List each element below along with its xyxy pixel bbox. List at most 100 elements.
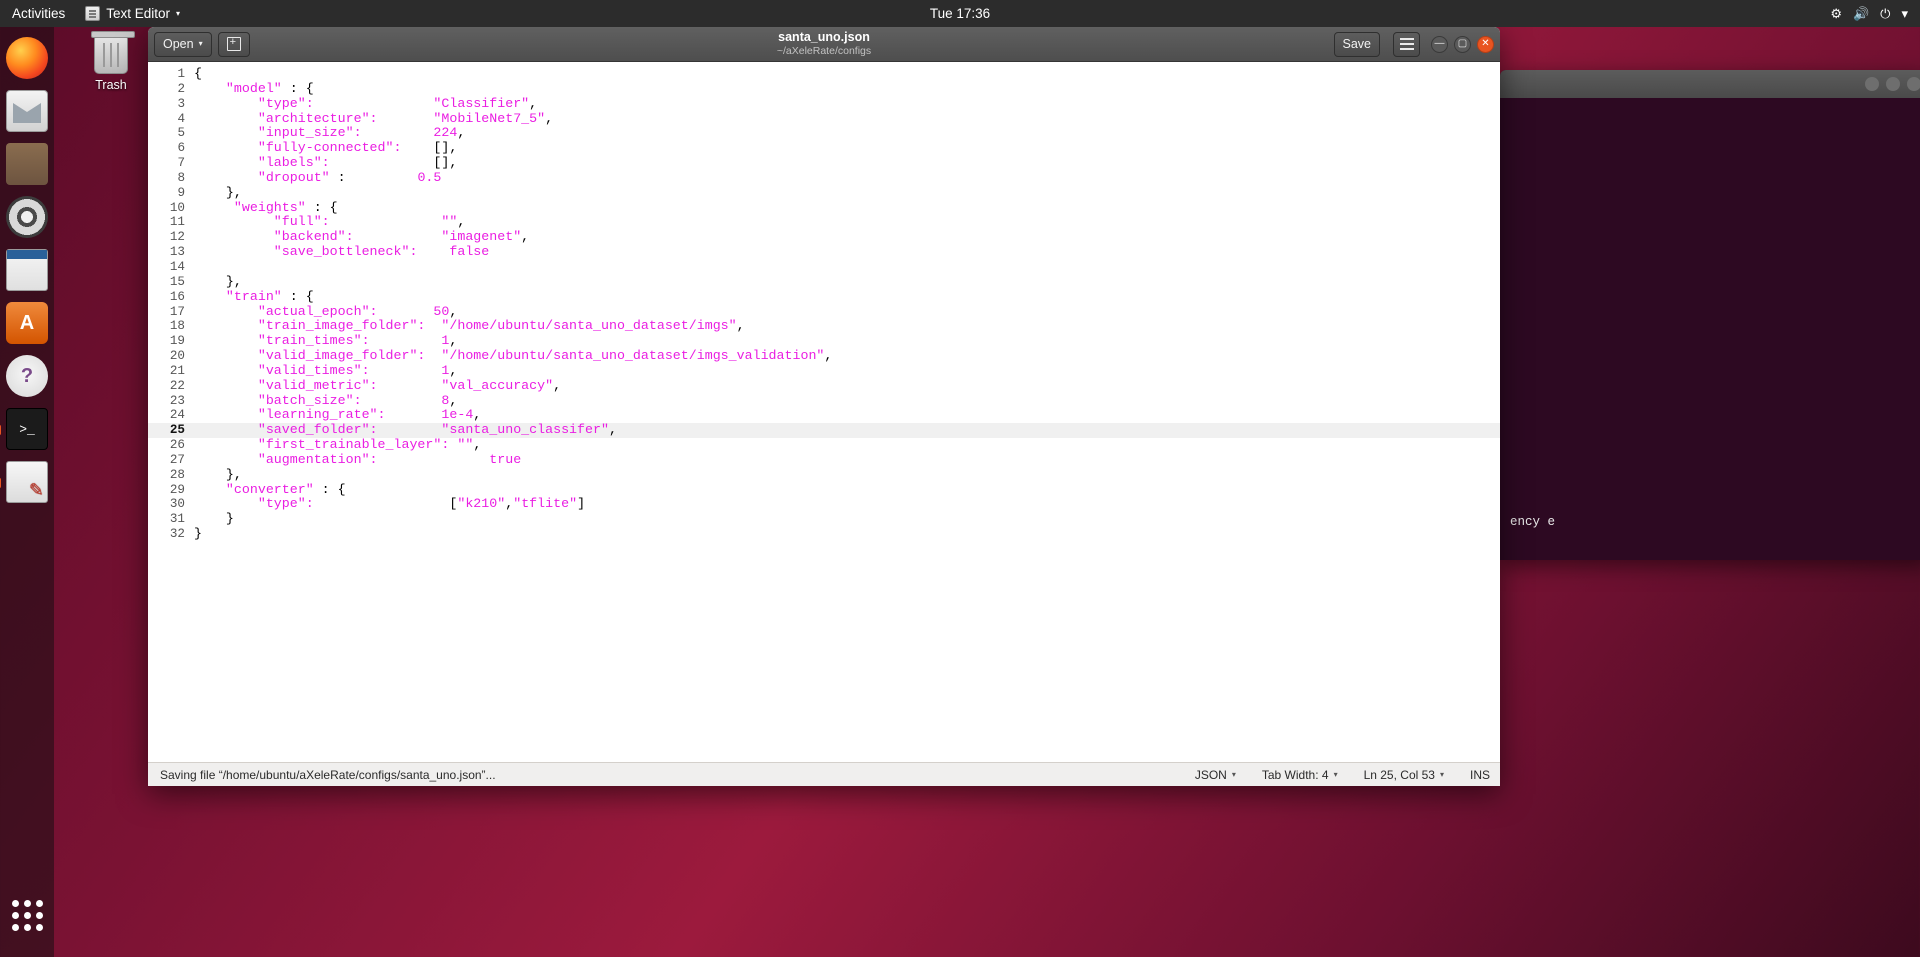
open-button[interactable]: Open ▾ (154, 32, 212, 57)
code-line[interactable]: 18 "train_image_folder": "/home/ubuntu/s… (148, 319, 1500, 334)
accessibility-icon[interactable]: ⚙ (1830, 7, 1842, 20)
code-line[interactable]: 4 "architecture": "MobileNet7_5", (148, 112, 1500, 127)
code-line[interactable]: 20 "valid_image_folder": "/home/ubuntu/s… (148, 349, 1500, 364)
dock-item-help[interactable]: ? (6, 355, 48, 397)
code-line-content: "backend": "imagenet", (194, 230, 529, 245)
code-line[interactable]: 25 "saved_folder": "santa_uno_classifer"… (148, 423, 1500, 438)
token-num: 1e-4 (441, 407, 473, 422)
dock-item-files[interactable] (6, 143, 48, 185)
token-str: "imagenet" (441, 229, 521, 244)
dock-item-ubuntu-software[interactable]: A (6, 302, 48, 344)
language-label: JSON (1195, 768, 1227, 782)
code-line[interactable]: 9 }, (148, 186, 1500, 201)
background-terminal-titlebar[interactable] (1500, 70, 1920, 98)
code-line[interactable]: 23 "batch_size": 8, (148, 394, 1500, 409)
save-button[interactable]: Save (1334, 32, 1381, 57)
line-number: 9 (148, 186, 194, 201)
code-line[interactable]: 26 "first_trainable_layer": "", (148, 438, 1500, 453)
code-line[interactable]: 6 "fully-connected": [], (148, 141, 1500, 156)
token-punct: , (521, 229, 529, 244)
desktop-icon-trash[interactable]: Trash (78, 36, 144, 92)
code-line[interactable]: 24 "learning_rate": 1e-4, (148, 408, 1500, 423)
tab-width-selector[interactable]: Tab Width: 4 ▾ (1262, 768, 1338, 782)
code-line-content: "converter" : { (194, 483, 346, 498)
dock-item-firefox[interactable] (6, 37, 48, 79)
save-as-button[interactable] (218, 32, 250, 57)
terminal-line (1510, 532, 1920, 551)
background-terminal-window[interactable]: ency e pythont only (1500, 70, 1920, 560)
code-line-content: }, (194, 468, 242, 483)
token-punct: , (824, 348, 832, 363)
minimize-icon[interactable] (1865, 77, 1879, 91)
activities-button[interactable]: Activities (0, 6, 75, 21)
code-line[interactable]: 30 "type": ["k210","tflite"] (148, 497, 1500, 512)
code-line[interactable]: 16 "train" : { (148, 290, 1500, 305)
token-punct: [], (433, 140, 457, 155)
code-text-area[interactable]: 1{2 "model" : {3 "type": "Classifier",4 … (148, 62, 1500, 762)
close-icon[interactable] (1907, 77, 1920, 91)
code-line[interactable]: 22 "valid_metric": "val_accuracy", (148, 379, 1500, 394)
dock-item-libreoffice-writer[interactable] (6, 249, 48, 291)
code-line[interactable]: 14 (148, 260, 1500, 275)
code-line[interactable]: 31 } (148, 512, 1500, 527)
terminal-line (1510, 552, 1920, 560)
token-str: "architecture": (258, 111, 378, 126)
minimize-button[interactable]: — (1431, 36, 1448, 53)
close-button[interactable]: ✕ (1477, 36, 1494, 53)
code-line[interactable]: 28 }, (148, 468, 1500, 483)
code-line-content: "actual_epoch": 50, (194, 305, 457, 320)
line-number: 16 (148, 290, 194, 305)
app-menu[interactable]: Text Editor ▾ (75, 6, 190, 21)
editor-area[interactable]: 1{2 "model" : {3 "type": "Classifier",4 … (148, 62, 1500, 762)
code-line-content: "input_size": 224, (194, 126, 465, 141)
token-str: "actual_epoch": (258, 304, 378, 319)
dock-item-text-editor[interactable] (6, 461, 48, 503)
token-str: "/home/ubuntu/santa_uno_dataset/imgs" (441, 318, 736, 333)
code-line[interactable]: 1{ (148, 67, 1500, 82)
app-menu-label: Text Editor (106, 6, 170, 21)
token-punct: }, (194, 467, 242, 482)
code-line[interactable]: 5 "input_size": 224, (148, 126, 1500, 141)
dock-item-terminal[interactable]: >_ (6, 408, 48, 450)
code-line[interactable]: 29 "converter" : { (148, 483, 1500, 498)
power-icon[interactable]: ⏻ (1880, 7, 1890, 20)
maximize-icon[interactable] (1886, 77, 1900, 91)
chevron-down-icon[interactable]: ▾ (1901, 7, 1908, 20)
code-line[interactable]: 17 "actual_epoch": 50, (148, 305, 1500, 320)
token-str: "val_accuracy" (441, 378, 553, 393)
code-line-content: "valid_times": 1, (194, 364, 457, 379)
insert-mode-indicator: INS (1470, 768, 1490, 782)
code-line[interactable]: 2 "model" : { (148, 82, 1500, 97)
show-applications-button[interactable] (7, 895, 47, 935)
volume-icon[interactable]: 🔊 (1853, 7, 1869, 20)
grid-dot (24, 912, 31, 919)
code-line[interactable]: 8 "dropout" : 0.5 (148, 171, 1500, 186)
code-line[interactable]: 7 "labels": [], (148, 156, 1500, 171)
token-punct: { (194, 66, 202, 81)
code-line[interactable]: 13 "save_bottleneck": false (148, 245, 1500, 260)
code-line[interactable]: 19 "train_times": 1, (148, 334, 1500, 349)
hamburger-menu-icon[interactable] (1393, 32, 1420, 57)
code-line[interactable]: 12 "backend": "imagenet", (148, 230, 1500, 245)
maximize-button[interactable]: ▢ (1454, 36, 1471, 53)
code-line[interactable]: 21 "valid_times": 1, (148, 364, 1500, 379)
code-line[interactable]: 3 "type": "Classifier", (148, 97, 1500, 112)
language-selector[interactable]: JSON ▾ (1195, 768, 1236, 782)
line-number: 11 (148, 215, 194, 230)
code-line[interactable]: 15 }, (148, 275, 1500, 290)
code-line[interactable]: 11 "full": "", (148, 215, 1500, 230)
cursor-position-label: Ln 25, Col 53 (1364, 768, 1435, 782)
text-editor-window[interactable]: Open ▾ santa_uno.json ~/aXeleRate/config… (148, 27, 1500, 786)
token-punct (194, 318, 258, 333)
code-line[interactable]: 10 "weights" : { (148, 201, 1500, 216)
cursor-position[interactable]: Ln 25, Col 53 ▾ (1364, 768, 1444, 782)
code-line[interactable]: 32} (148, 527, 1500, 542)
dock-item-rhythmbox[interactable] (6, 196, 48, 238)
clock[interactable]: Tue 17:36 (0, 6, 1920, 21)
code-line[interactable]: 27 "augmentation": true (148, 453, 1500, 468)
dock-item-thunderbird[interactable] (6, 90, 48, 132)
terminal-line (1510, 106, 1920, 125)
status-bar: Saving file “/home/ubuntu/aXeleRate/conf… (148, 762, 1500, 786)
token-str: "valid_metric": (258, 378, 378, 393)
line-number: 7 (148, 156, 194, 171)
